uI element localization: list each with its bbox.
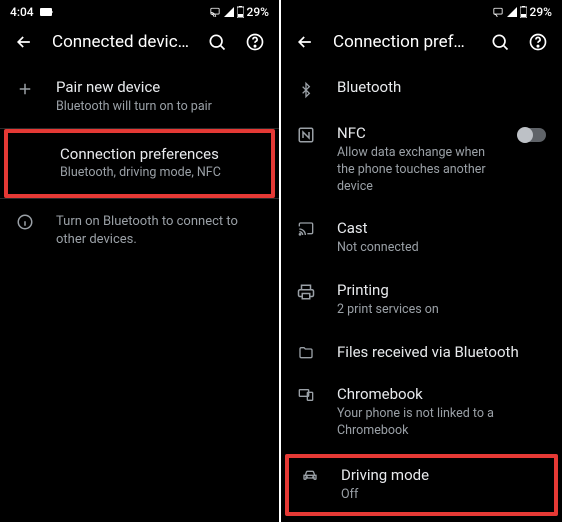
info-text: Turn on Bluetooth to connect to other de… xyxy=(56,213,263,248)
cast-sub: Not connected xyxy=(337,240,546,257)
signal-icon xyxy=(507,7,517,17)
row-driving-mode[interactable]: Driving mode Off xyxy=(289,458,554,512)
info-icon xyxy=(16,213,34,231)
car-icon xyxy=(300,468,320,484)
search-icon[interactable] xyxy=(207,32,227,52)
app-bar: Connected devices xyxy=(0,22,279,66)
back-icon[interactable] xyxy=(14,32,34,52)
plus-icon xyxy=(16,80,34,98)
video-icon xyxy=(40,8,52,16)
status-battery: 29% xyxy=(530,5,552,19)
signal-icon xyxy=(224,7,234,17)
row-connection-preferences[interactable]: Connection preferences Bluetooth, drivin… xyxy=(8,133,271,195)
page-title: Connected devices xyxy=(52,32,189,52)
highlight-connection-preferences: Connection preferences Bluetooth, drivin… xyxy=(4,129,275,199)
row-chromebook[interactable]: Chromebook Your phone is not linked to a… xyxy=(281,373,562,452)
cast-icon xyxy=(297,221,315,237)
chromebook-label: Chromebook xyxy=(337,385,546,404)
battery-icon xyxy=(237,6,244,18)
phone-right: 29% Connection preferen... Bluetooth NFC… xyxy=(281,0,562,522)
row-cast[interactable]: Cast Not connected xyxy=(281,207,562,269)
back-icon[interactable] xyxy=(295,32,315,52)
help-icon[interactable] xyxy=(528,32,548,52)
help-icon[interactable] xyxy=(245,32,265,52)
connpref-sub: Bluetooth, driving mode, NFC xyxy=(60,165,259,182)
row-bluetooth[interactable]: Bluetooth xyxy=(281,66,562,112)
pair-label: Pair new device xyxy=(56,78,263,97)
status-time: 4:04 xyxy=(10,5,34,19)
battery-icon xyxy=(520,6,527,18)
app-bar: Connection preferen... xyxy=(281,22,562,66)
driving-label: Driving mode xyxy=(341,466,542,485)
phone-left: 4:04 29% Connected devices Pair new devi… xyxy=(0,0,279,522)
row-bluetooth-info: Turn on Bluetooth to connect to other de… xyxy=(0,199,279,260)
row-pair-new-device[interactable]: Pair new device Bluetooth will turn on t… xyxy=(0,66,279,128)
row-printing[interactable]: Printing 2 print services on xyxy=(281,269,562,331)
printing-label: Printing xyxy=(337,281,546,300)
status-battery: 29% xyxy=(247,5,269,19)
nfc-icon xyxy=(297,126,315,144)
nfc-toggle[interactable] xyxy=(518,128,546,142)
driving-sub: Off xyxy=(341,487,542,504)
status-bar: 29% xyxy=(281,0,562,22)
row-files-received[interactable]: Files received via Bluetooth xyxy=(281,331,562,374)
nfc-label: NFC xyxy=(337,124,498,143)
cast-label: Cast xyxy=(337,219,546,238)
nfc-sub: Allow data exchange when the phone touch… xyxy=(337,145,498,196)
connpref-label: Connection preferences xyxy=(60,145,259,164)
search-icon[interactable] xyxy=(490,32,510,52)
chromebook-sub: Your phone is not linked to a Chromebook xyxy=(337,406,546,440)
printer-icon xyxy=(297,283,315,301)
status-bar: 4:04 29% xyxy=(0,0,279,22)
cast-status-icon xyxy=(209,7,221,17)
bluetooth-icon xyxy=(298,80,314,100)
folder-icon xyxy=(297,345,315,361)
devices-icon xyxy=(296,387,316,403)
bluetooth-label: Bluetooth xyxy=(337,78,546,97)
files-label: Files received via Bluetooth xyxy=(337,343,546,362)
page-title: Connection preferen... xyxy=(333,32,472,52)
highlight-driving-mode: Driving mode Off xyxy=(285,454,558,516)
printing-sub: 2 print services on xyxy=(337,302,546,319)
cast-status-icon xyxy=(492,7,504,17)
row-nfc[interactable]: NFC Allow data exchange when the phone t… xyxy=(281,112,562,207)
pair-sub: Bluetooth will turn on to pair xyxy=(56,99,263,116)
